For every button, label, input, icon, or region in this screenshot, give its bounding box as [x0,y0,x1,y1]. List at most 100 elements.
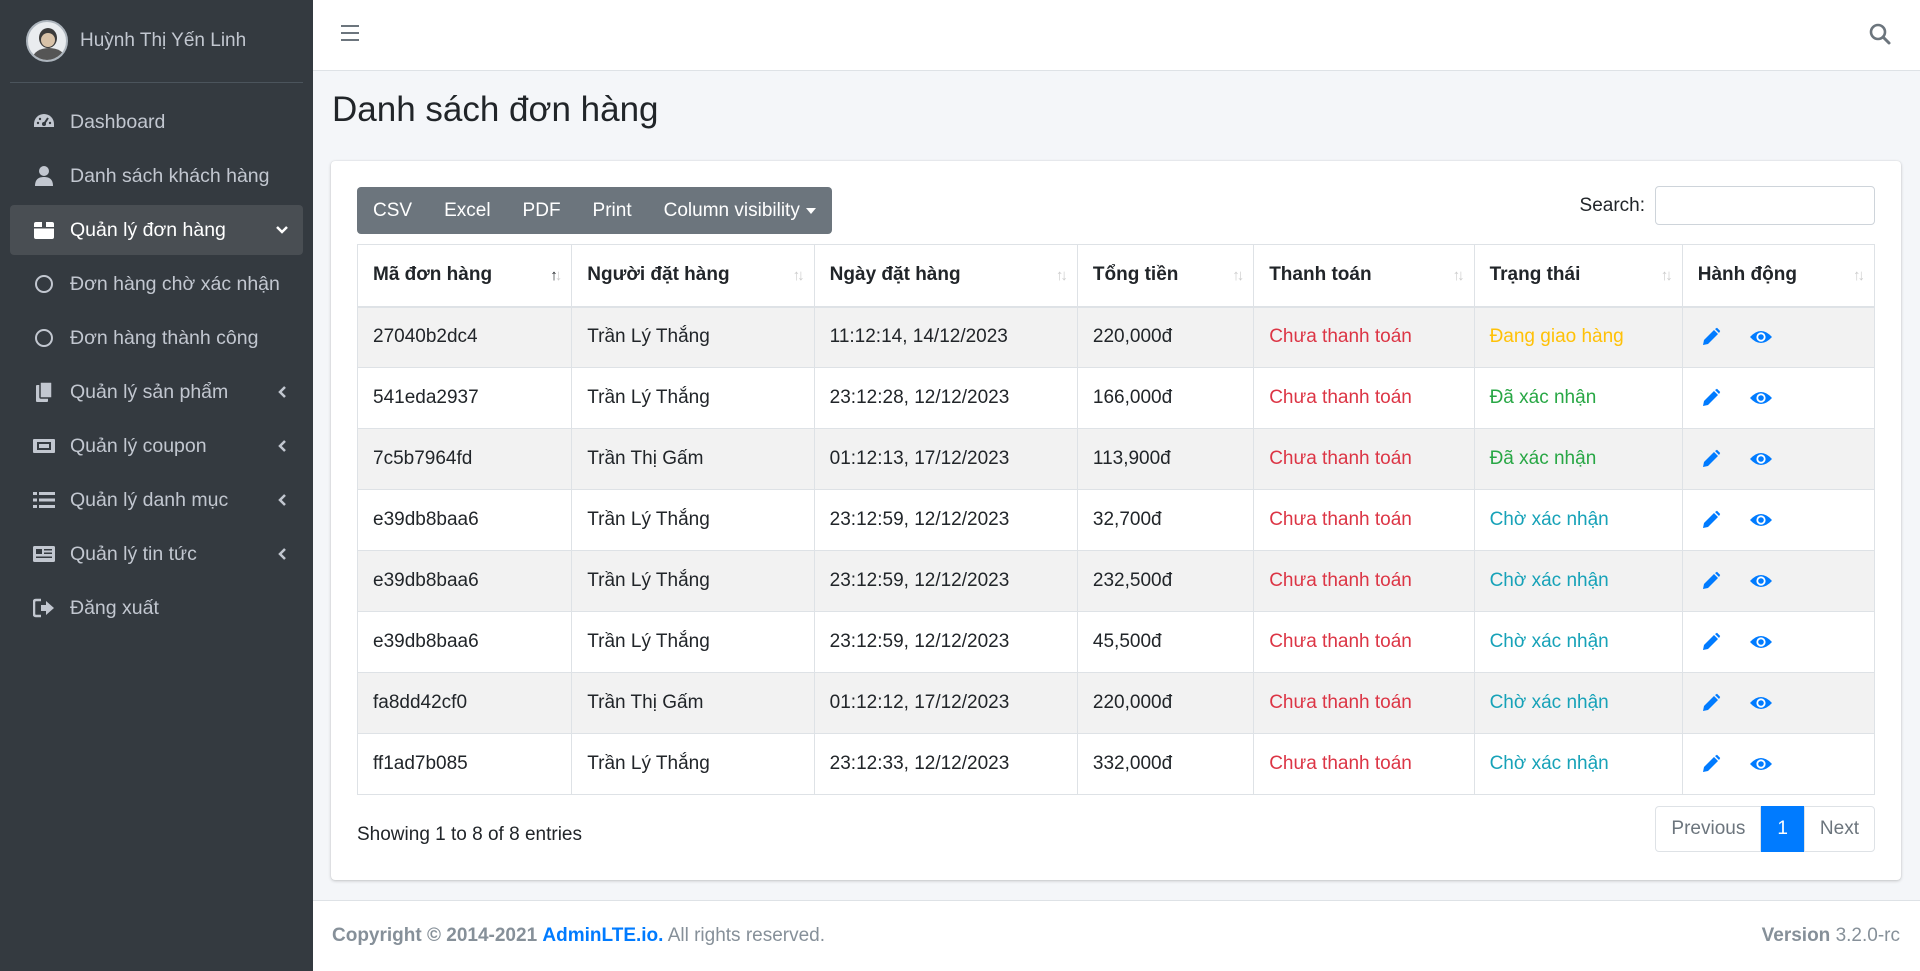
sidebar-item-coupons[interactable]: Quản lý coupon [10,421,303,471]
brand-link[interactable]: AdminLTE.io. [542,925,663,946]
sidebar-item-label: Quản lý tin tức [70,542,197,565]
view-icon[interactable] [1748,387,1774,409]
sidebar-item-label: Quản lý danh mục [70,488,229,511]
total-cell: 332,000đ [1076,733,1255,795]
edit-icon[interactable] [1698,753,1724,775]
edit-icon[interactable] [1698,326,1724,348]
sort-icon: ↑↓ [1232,267,1244,284]
column-header-label: Hành động [1697,264,1797,286]
sidebar-item-label: Dashboard [70,110,166,133]
view-icon[interactable] [1748,692,1774,714]
order-status-cell: Chờ xác nhận [1473,489,1683,551]
view-icon[interactable] [1748,509,1774,531]
search-input[interactable] [1655,186,1875,225]
next-page-button[interactable]: Next [1803,806,1875,852]
orders-card: CSV Excel PDF Print Column visibility Se… [331,161,1901,880]
edit-icon[interactable] [1698,509,1724,531]
column-header-payment[interactable]: Thanh toán ↑↓ [1253,244,1475,308]
sidebar-item-dashboard[interactable]: Dashboard [10,97,303,147]
order-date-cell: 11:12:14, 14/12/2023 [813,306,1078,368]
print-button[interactable]: Print [577,187,648,234]
actions-cell [1681,489,1876,551]
column-visibility-button[interactable]: Column visibility [648,187,832,234]
chevron-left-icon [275,385,289,399]
user-panel[interactable]: Huỳnh Thị Yến Linh [10,0,303,83]
sidebar-item-news[interactable]: Quản lý tin tức [10,529,303,579]
excel-button[interactable]: Excel [428,187,506,234]
page-button-current[interactable]: 1 [1761,806,1804,852]
actions-cell [1681,611,1876,673]
total-cell: 232,500đ [1076,550,1255,612]
column-header-customer[interactable]: Người đặt hàng ↑↓ [571,244,815,308]
sidebar-item-label: Đơn hàng thành công [70,326,259,349]
view-icon[interactable] [1748,326,1774,348]
column-header-total[interactable]: Tổng tiền ↑↓ [1076,244,1255,308]
edit-icon[interactable] [1698,570,1724,592]
order-date-cell: 01:12:13, 17/12/2023 [813,428,1078,490]
view-icon[interactable] [1748,753,1774,775]
sort-icon: ↑↓ [1853,267,1865,284]
box-icon [32,218,56,242]
previous-page-button[interactable]: Previous [1655,806,1762,852]
payment-status-cell: Chưa thanh toán [1253,733,1475,795]
version-number: 3.2.0-rc [1835,925,1900,946]
customer-cell: Trần Thị Gấm [571,672,815,734]
sidebar-item-pending-orders[interactable]: Đơn hàng chờ xác nhận [10,259,303,309]
chevron-down-icon [275,223,289,237]
order-status-cell: Đã xác nhận [1473,367,1683,429]
avatar[interactable] [26,20,68,62]
edit-icon[interactable] [1698,387,1724,409]
chevron-left-icon [275,439,289,453]
user-name[interactable]: Huỳnh Thị Yến Linh [80,30,246,52]
menu-toggle-icon[interactable] [341,25,359,41]
column-header-actions[interactable]: Hành động ↑↓ [1681,244,1876,308]
payment-status-cell: Chưa thanh toán [1253,611,1475,673]
order-id-cell: ff1ad7b085 [356,733,573,795]
order-status-cell: Chờ xác nhận [1473,672,1683,734]
search-icon[interactable] [1868,22,1892,46]
circle-icon [32,272,56,296]
order-date-cell: 23:12:28, 12/12/2023 [813,367,1078,429]
sidebar-item-orders[interactable]: Quản lý đơn hàng [10,205,303,255]
version-label: Version [1761,925,1831,946]
table-row: ff1ad7b085 Trần Lý Thắng 23:12:33, 12/12/2… [356,733,1876,795]
total-cell: 220,000đ [1076,672,1255,734]
order-date-cell: 23:12:59, 12/12/2023 [813,489,1078,551]
actions-cell [1681,306,1876,368]
payment-status-cell: Chưa thanh toán [1253,428,1475,490]
sidebar-item-categories[interactable]: Quản lý danh mục [10,475,303,525]
column-header-label: Trạng thái [1489,264,1581,286]
edit-icon[interactable] [1698,631,1724,653]
sidebar-item-logout[interactable]: Đăng xuất [10,583,303,633]
order-status-cell: Chờ xác nhận [1473,733,1683,795]
order-status-cell: Chờ xác nhận [1473,611,1683,673]
pagination: Previous 1 Next [1655,806,1875,852]
customer-cell: Trần Lý Thắng [571,367,815,429]
edit-icon[interactable] [1698,692,1724,714]
total-cell: 45,500đ [1076,611,1255,673]
view-icon[interactable] [1748,631,1774,653]
total-cell: 32,700đ [1076,489,1255,551]
column-header-label: Người đặt hàng [587,264,730,286]
column-header-order-id[interactable]: Mã đơn hàng ↑↓ [356,244,573,308]
footer-copyright: Copyright © 2014-2021 AdminLTE.io. All r… [332,925,825,947]
edit-icon[interactable] [1698,448,1724,470]
dashboard-icon [32,110,56,134]
column-header-label: Ngày đặt hàng [829,264,961,286]
csv-button[interactable]: CSV [357,187,428,234]
view-icon[interactable] [1748,448,1774,470]
column-header-status[interactable]: Trạng thái ↑↓ [1473,244,1683,308]
view-icon[interactable] [1748,570,1774,592]
order-id-cell: e39db8baa6 [356,550,573,612]
column-header-label: Mã đơn hàng [373,264,493,286]
sidebar-item-successful-orders[interactable]: Đơn hàng thành công [10,313,303,363]
table-row: e39db8baa6 Trần Lý Thắng 23:12:59, 12/12/2… [356,611,1876,673]
pdf-button[interactable]: PDF [507,187,577,234]
sidebar-item-customers[interactable]: Danh sách khách hàng [10,151,303,201]
sidebar-nav: Dashboard Danh sách khách hàng Quản lý đ… [0,83,313,633]
sidebar-item-products[interactable]: Quản lý sản phẩm [10,367,303,417]
table-row: e39db8baa6 Trần Lý Thắng 23:12:59, 12/12/2… [356,489,1876,551]
rights-text: All rights reserved. [667,925,826,946]
order-date-cell: 01:12:12, 17/12/2023 [813,672,1078,734]
column-header-order-date[interactable]: Ngày đặt hàng ↑↓ [813,244,1078,308]
